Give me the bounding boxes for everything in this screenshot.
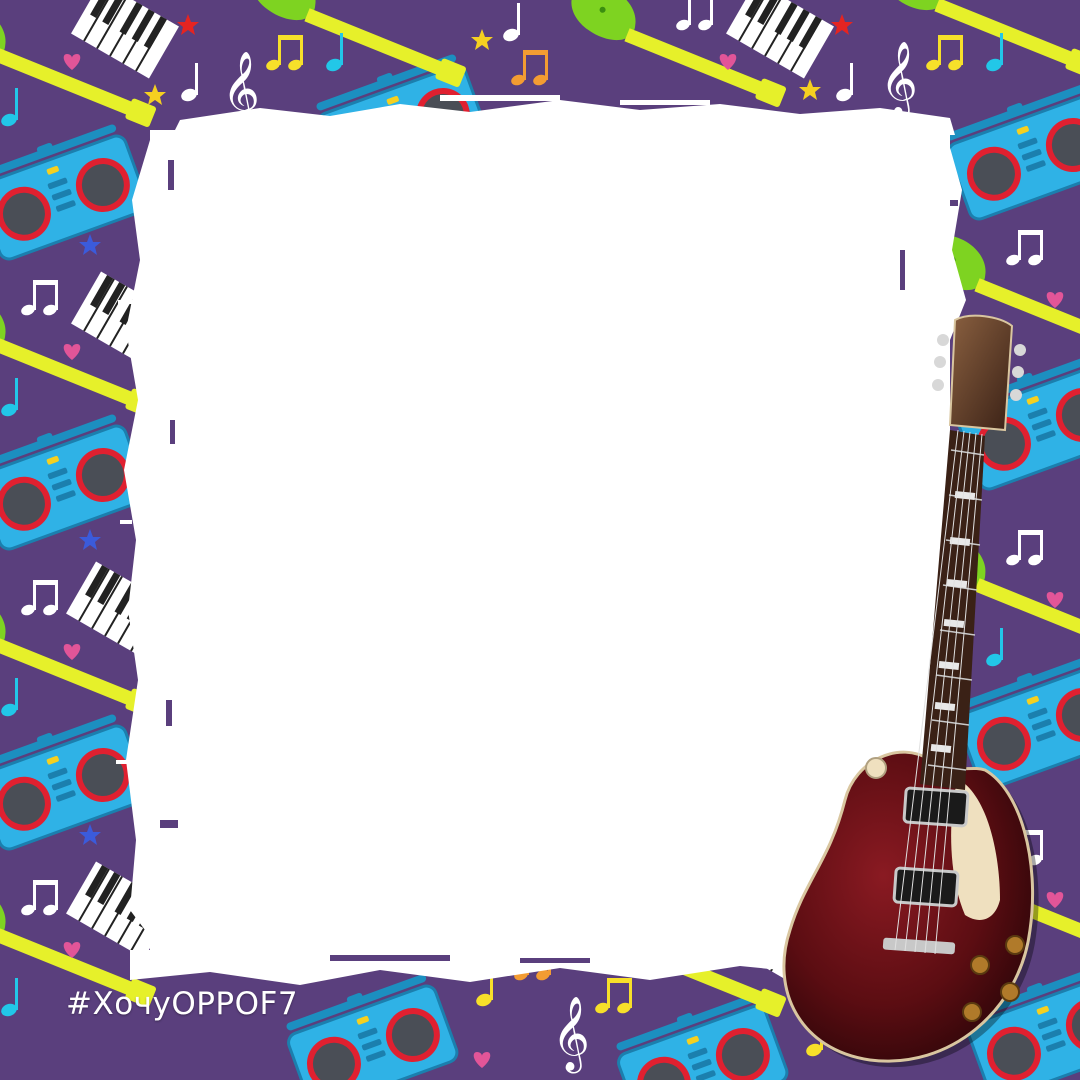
hashtag-label: #ХочуOPPOF7 (66, 986, 299, 1022)
electric-guitar-image (782, 314, 1039, 1068)
guitar-headstock (948, 314, 1014, 432)
photo-frame-template: 𝄞 𝄞 𝄞 #ХочуOPPOF7 (0, 0, 1080, 1080)
bridge-pickup (892, 866, 960, 908)
